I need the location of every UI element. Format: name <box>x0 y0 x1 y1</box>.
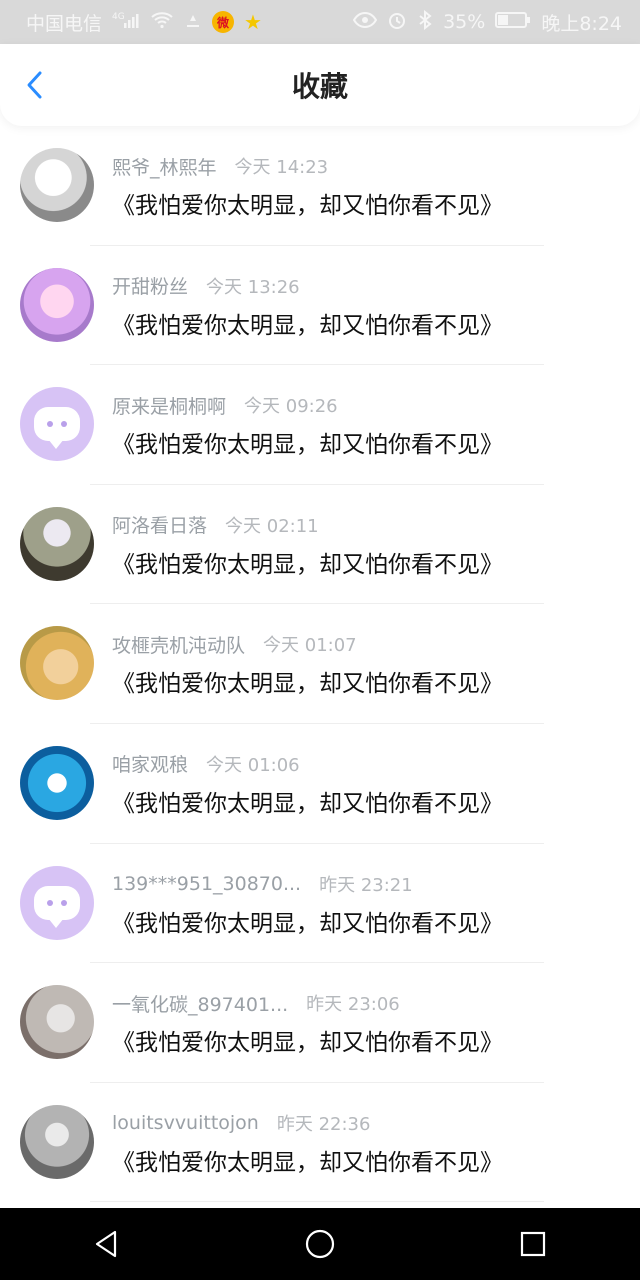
app-header: 收藏 <box>0 44 640 126</box>
avatar[interactable] <box>20 148 94 222</box>
page-title: 收藏 <box>291 70 348 103</box>
alarm-icon <box>387 10 407 34</box>
status-time: 晚上8:24 <box>541 12 622 35</box>
name-row: 一氧化碳_897401... 昨天 23:06 <box>112 990 400 1017</box>
timestamp: 今天 02:11 <box>225 515 319 537</box>
message-text: 《我怕爱你太明显，却又怕你看不见》 <box>112 312 503 339</box>
message-text: 《我怕爱你太明显，却又怕你看不见》 <box>112 671 503 698</box>
username[interactable]: 咱家观稂 <box>112 750 188 777</box>
favorite-item[interactable]: 139***951_30870... 昨天 23:21 《我怕爱你太明显，却又怕… <box>0 844 640 964</box>
system-nav-bar <box>0 1208 640 1280</box>
favorite-item[interactable]: 原来是桐桐啊 今天 09:26 《我怕爱你太明显，却又怕你看不见》 <box>0 365 640 485</box>
avatar[interactable] <box>20 1104 94 1179</box>
favorite-item[interactable]: 阿洛看日落 今天 02:11 《我怕爱你太明显，却又怕你看不见》 <box>0 485 640 605</box>
username[interactable]: 一氧化碳_897401... <box>112 990 288 1017</box>
favorite-item[interactable]: 开甜粉丝 今天 13:26 《我怕爱你太明显，却又怕你看不见》 <box>0 246 640 366</box>
carrier-text: 中国电信 <box>26 12 103 35</box>
status-right: 35% 晚上8:24 <box>352 9 622 36</box>
nav-home-button[interactable] <box>292 1216 348 1272</box>
chat-bubble-icon <box>34 407 80 450</box>
name-row: 攻榧壳机沌动队 今天 01:07 <box>112 631 357 658</box>
username[interactable]: 原来是桐桐啊 <box>112 392 226 419</box>
timestamp: 今天 14:23 <box>234 157 329 178</box>
favorites-list: 熙爷_林熙年 今天 14:23 《我怕爱你太明显，却又怕你看不见》 开甜粉丝 今… <box>0 126 640 1203</box>
nav-back-icon <box>95 1230 116 1258</box>
battery-icon <box>495 11 531 33</box>
message-text: 《我怕爱你太明显，却又怕你看不见》 <box>112 1149 503 1176</box>
avatar[interactable] <box>20 985 94 1060</box>
favorite-item[interactable]: 一氧化碳_897401... 昨天 23:06 《我怕爱你太明显，却又怕你看不见… <box>0 963 640 1083</box>
message-text: 《我怕爱你太明显，却又怕你看不见》 <box>112 790 503 817</box>
avatar[interactable] <box>20 745 94 820</box>
avatar[interactable] <box>20 267 94 342</box>
avatar[interactable] <box>20 506 94 581</box>
favorite-item[interactable]: 咱家观稂 今天 01:06 《我怕爱你太明显，却又怕你看不见》 <box>0 724 640 844</box>
star-icon: ★ <box>244 10 262 34</box>
eye-icon <box>352 11 378 32</box>
message-text: 《我怕爱你太明显，却又怕你看不见》 <box>112 1030 503 1057</box>
nav-home-icon <box>305 1229 335 1259</box>
name-row: 熙爷_林熙年 今天 14:23 <box>112 153 329 180</box>
status-bar: 中国电信 4G 微 ★ 35% 晚上8:24 <box>0 0 640 44</box>
nav-recents-icon <box>521 1231 546 1257</box>
divider <box>90 1201 544 1203</box>
username[interactable]: 开甜粉丝 <box>112 272 188 299</box>
timestamp: 昨天 23:21 <box>319 874 413 896</box>
message-text: 《我怕爱你太明显，却又怕你看不见》 <box>112 910 503 937</box>
timestamp: 今天 13:26 <box>206 276 300 298</box>
signal-icon: 4G <box>112 10 140 34</box>
default-avatar[interactable] <box>20 387 94 462</box>
wifi-icon <box>150 11 174 33</box>
status-left: 中国电信 4G 微 ★ <box>26 9 262 36</box>
nav-back-button[interactable] <box>79 1216 135 1272</box>
username[interactable]: 熙爷_林熙年 <box>112 153 217 180</box>
username[interactable]: 139***951_30870... <box>112 873 301 895</box>
username[interactable]: louitsvvuittojon <box>112 1112 259 1134</box>
favorite-item[interactable]: louitsvvuittojon 昨天 22:36 《我怕爱你太明显，却又怕你看… <box>0 1083 640 1203</box>
message-text: 《我怕爱你太明显，却又怕你看不见》 <box>112 551 503 578</box>
weibo-icon: 微 <box>212 11 235 33</box>
name-row: louitsvvuittojon 昨天 22:36 <box>112 1111 370 1135</box>
name-row: 阿洛看日落 今天 02:11 <box>112 513 319 537</box>
username[interactable]: 阿洛看日落 <box>112 511 207 538</box>
timestamp: 今天 01:06 <box>206 754 300 776</box>
message-text: 《我怕爱你太明显，却又怕你看不见》 <box>112 193 503 219</box>
default-avatar[interactable] <box>20 865 94 940</box>
network-type: 4G <box>112 12 125 22</box>
bluetooth-icon <box>417 9 433 34</box>
timestamp: 今天 09:26 <box>244 396 338 418</box>
nav-recents-button[interactable] <box>505 1216 561 1272</box>
chat-bubble-icon <box>34 885 80 928</box>
battery-percent: 35% <box>443 11 486 33</box>
name-row: 139***951_30870... 昨天 23:21 <box>112 872 413 896</box>
name-row: 原来是桐桐啊 今天 09:26 <box>112 392 338 419</box>
message-text: 《我怕爱你太明显，却又怕你看不见》 <box>112 432 503 459</box>
name-row: 咱家观稂 今天 01:06 <box>112 752 300 776</box>
username[interactable]: 攻榧壳机沌动队 <box>112 631 245 658</box>
usb-icon <box>184 11 202 33</box>
timestamp: 今天 01:07 <box>263 635 357 657</box>
name-row: 开甜粉丝 今天 13:26 <box>112 274 300 298</box>
favorite-item[interactable]: 熙爷_林熙年 今天 14:23 《我怕爱你太明显，却又怕你看不见》 <box>0 126 640 246</box>
timestamp: 昨天 23:06 <box>306 994 400 1016</box>
avatar[interactable] <box>20 626 94 701</box>
favorite-item[interactable]: 攻榧壳机沌动队 今天 01:07 《我怕爱你太明显，却又怕你看不见》 <box>0 604 640 724</box>
timestamp: 昨天 22:36 <box>276 1113 371 1135</box>
